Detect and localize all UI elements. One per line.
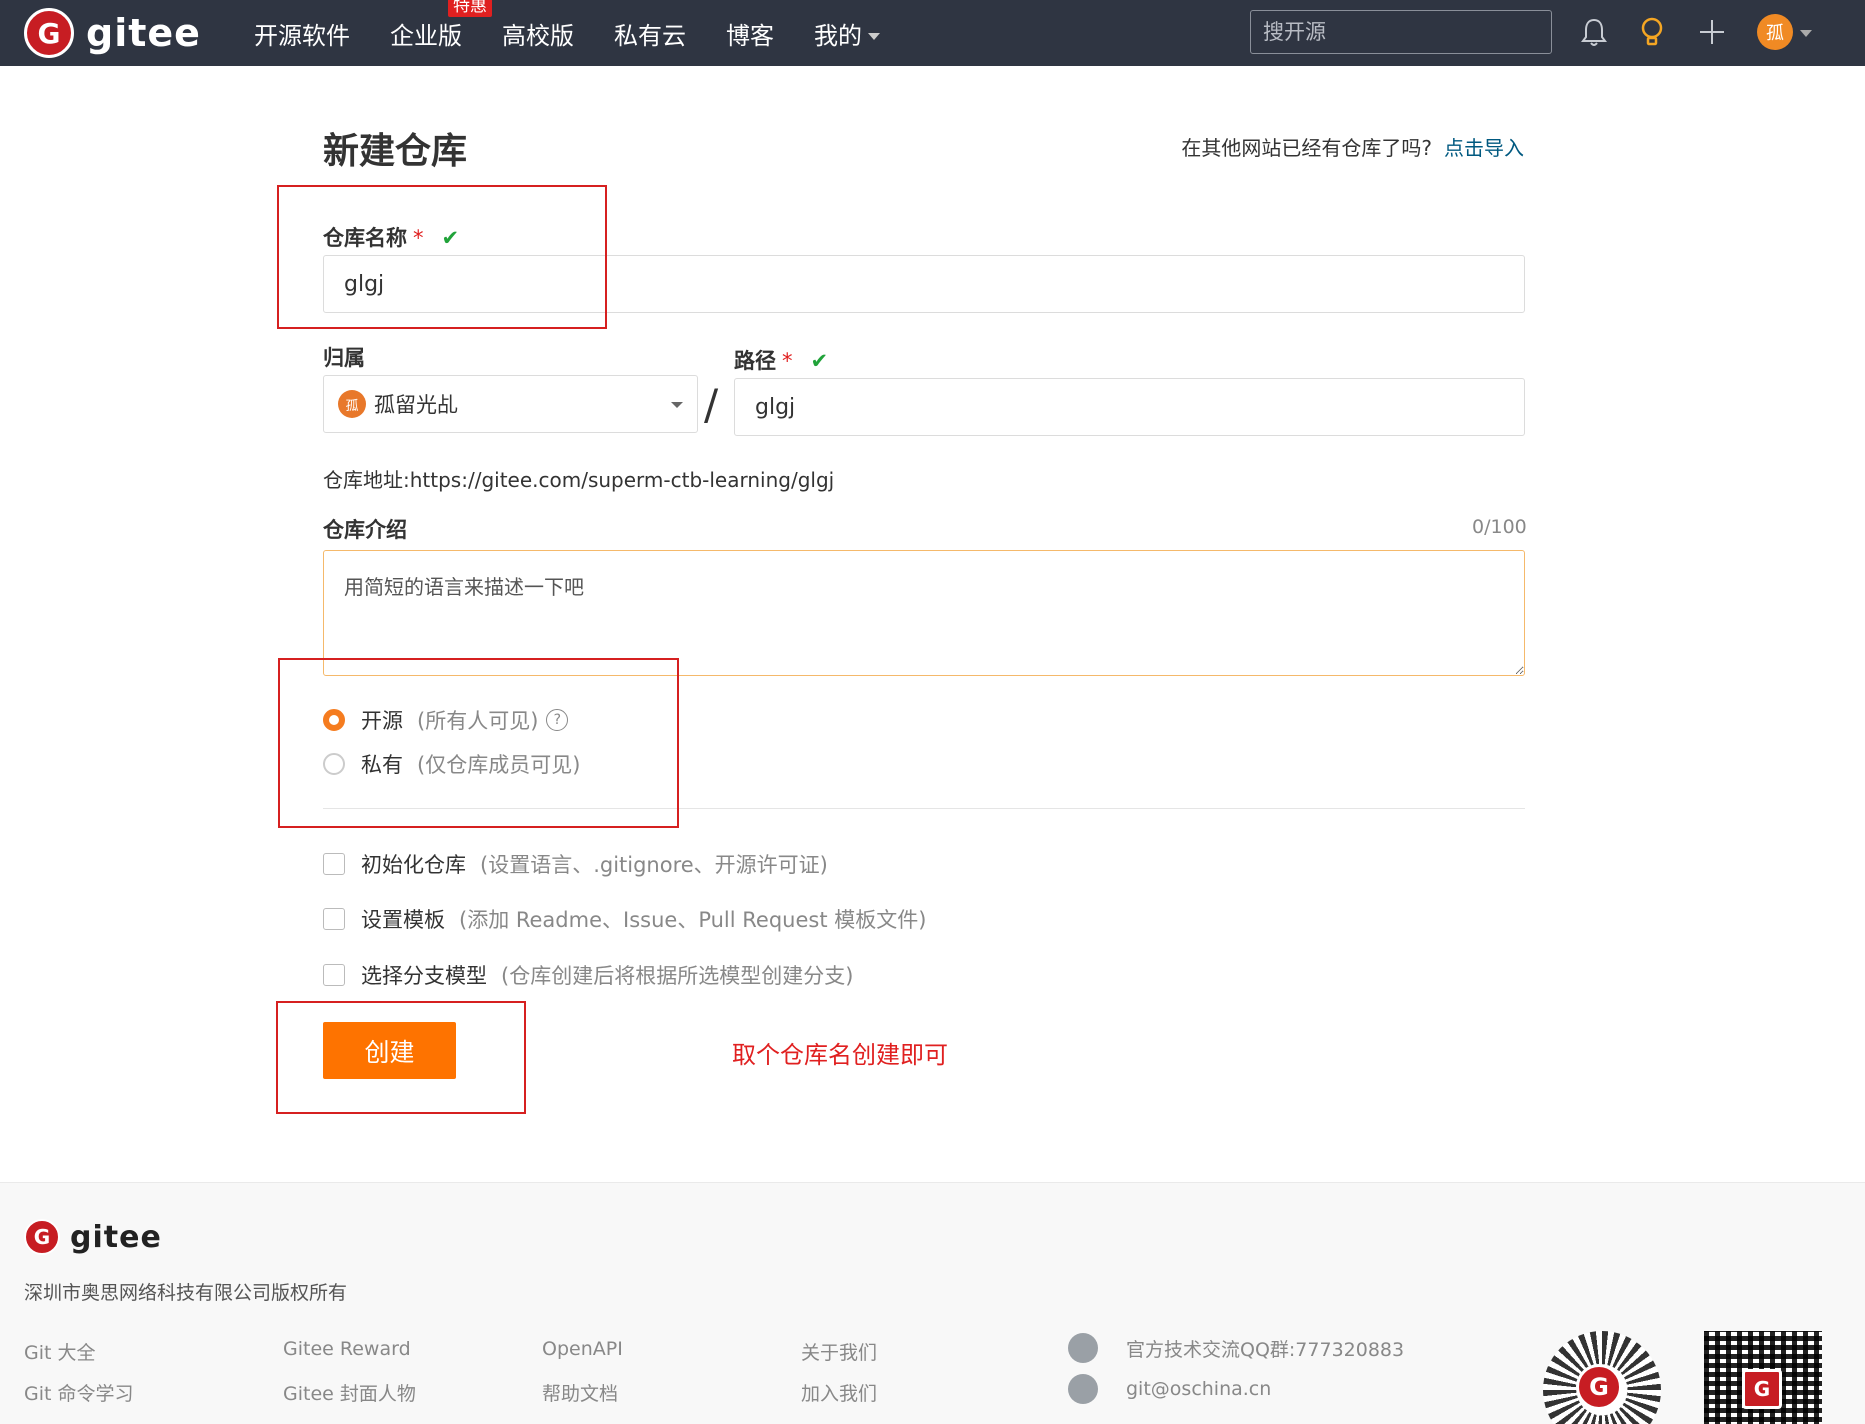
gitee-logo-icon: G — [24, 1219, 60, 1255]
repo-url-label: 仓库地址: — [323, 468, 410, 492]
option-branch-model[interactable]: 选择分支模型 (仓库创建后将根据所选模型创建分支) — [323, 960, 853, 990]
option-init-repo-label: 初始化仓库 — [361, 853, 466, 877]
intro-counter: 0/100 — [1472, 516, 1527, 538]
option-template-hint: (添加 Readme、Issue、Pull Request 模板文件) — [459, 908, 927, 932]
option-init-repo[interactable]: 初始化仓库 (设置语言、.gitignore、开源许可证) — [323, 849, 828, 879]
required-mark: * — [782, 349, 793, 373]
option-template-label: 设置模板 — [361, 908, 445, 932]
gitee-logo-icon: G — [1576, 1364, 1622, 1410]
nav-enterprise-label: 企业版 — [390, 21, 462, 50]
path-input[interactable]: glgj — [734, 378, 1525, 436]
nav-education[interactable]: 高校版 — [502, 16, 574, 51]
owner-avatar: 孤 — [338, 390, 366, 418]
footer-email[interactable]: git@oschina.cn — [1068, 1374, 1271, 1404]
chevron-down-icon — [868, 33, 880, 40]
checkbox-template[interactable] — [323, 908, 345, 930]
footer: G gitee 深圳市奥思网络科技有限公司版权所有 Git 大全 Git 命令学… — [0, 1182, 1865, 1424]
nav-mine-label: 我的 — [814, 21, 862, 50]
main-nav: 开源软件 企业版 特惠 高校版 私有云 博客 我的 — [254, 0, 920, 66]
footer-qq-text: 官方技术交流QQ群:777320883 — [1126, 1338, 1405, 1361]
option-init-repo-hint: (设置语言、.gitignore、开源许可证) — [480, 853, 828, 877]
footer-link-join[interactable]: 加入我们 — [801, 1379, 877, 1406]
option-branch-model-label: 选择分支模型 — [361, 964, 487, 988]
annotation-box-repo-name — [277, 185, 607, 329]
owner-label: 归属 — [323, 346, 365, 370]
gitee-logo-icon: G — [24, 8, 74, 58]
promo-badge: 特惠 — [448, 0, 492, 17]
bell-icon[interactable] — [1576, 14, 1612, 50]
nav-open-source[interactable]: 开源软件 — [254, 16, 350, 51]
checkbox-init-repo[interactable] — [323, 853, 345, 875]
nav-blog[interactable]: 博客 — [726, 16, 774, 51]
gitee-logo-icon: G — [1742, 1369, 1782, 1409]
annotation-box-create — [276, 1001, 526, 1114]
annotation-text: 取个仓库名创建即可 — [732, 1041, 948, 1069]
nav-mine[interactable]: 我的 — [814, 16, 880, 51]
footer-link-git-commands[interactable]: Git 命令学习 — [24, 1379, 134, 1406]
lightbulb-icon[interactable] — [1634, 14, 1670, 50]
footer-qq-group: 官方技术交流QQ群:777320883 — [1068, 1333, 1404, 1363]
top-navbar: G gitee 开源软件 企业版 特惠 高校版 私有云 博客 我的 孤 — [0, 0, 1865, 66]
mail-icon — [1068, 1374, 1098, 1404]
search-input[interactable] — [1250, 10, 1552, 54]
option-branch-model-hint: (仓库创建后将根据所选模型创建分支) — [501, 964, 854, 988]
gitee-logo-text: gitee — [86, 11, 201, 55]
path-label: 路径 * ✔ — [734, 345, 828, 375]
nav-private-cloud[interactable]: 私有云 — [614, 16, 686, 51]
footer-link-help-docs[interactable]: 帮助文档 — [542, 1379, 618, 1406]
option-template[interactable]: 设置模板 (添加 Readme、Issue、Pull Request 模板文件) — [323, 904, 926, 934]
import-hint: 在其他网站已经有仓库了吗? 点击导入 — [1181, 132, 1524, 161]
footer-logo[interactable]: G gitee — [24, 1219, 162, 1255]
owner-value: 孤留光乩 — [374, 393, 458, 417]
footer-logo-text: gitee — [70, 1219, 162, 1255]
footer-link-openapi[interactable]: OpenAPI — [542, 1338, 623, 1360]
owner-select[interactable]: 孤 孤留光乩 — [323, 375, 698, 433]
footer-link-cover-people[interactable]: Gitee 封面人物 — [283, 1379, 416, 1406]
path-separator: / — [704, 380, 719, 429]
chevron-down-icon — [671, 402, 683, 408]
repo-url-value: https://gitee.com/superm-ctb-learning/gl… — [409, 468, 835, 492]
gitee-logo[interactable]: G gitee — [24, 8, 201, 58]
annotation-box-visibility — [278, 658, 679, 828]
check-icon: ✔ — [810, 349, 829, 373]
intro-label: 仓库介绍 — [323, 518, 407, 542]
footer-link-reward[interactable]: Gitee Reward — [283, 1338, 411, 1360]
wechat-qr-code: G — [1704, 1331, 1822, 1424]
plus-icon[interactable] — [1694, 14, 1730, 50]
checkbox-branch-model[interactable] — [323, 964, 345, 986]
path-label-text: 路径 — [734, 349, 776, 373]
avatar-chevron-down-icon[interactable] — [1800, 30, 1812, 37]
footer-link-about[interactable]: 关于我们 — [801, 1338, 877, 1365]
repo-url: 仓库地址:https://gitee.com/superm-ctb-learni… — [323, 464, 834, 493]
import-hint-text: 在其他网站已经有仓库了吗? — [1181, 136, 1432, 160]
page-title: 新建仓库 — [323, 131, 468, 172]
footer-copyright: 深圳市奥思网络科技有限公司版权所有 — [24, 1282, 348, 1304]
qq-icon — [1068, 1333, 1098, 1363]
mini-program-qr-code: G — [1543, 1331, 1661, 1424]
import-link[interactable]: 点击导入 — [1444, 136, 1524, 160]
footer-link-git-guide[interactable]: Git 大全 — [24, 1338, 96, 1365]
nav-enterprise[interactable]: 企业版 特惠 — [390, 0, 492, 51]
footer-email-text: git@oschina.cn — [1126, 1378, 1272, 1400]
user-avatar[interactable]: 孤 — [1757, 14, 1793, 50]
